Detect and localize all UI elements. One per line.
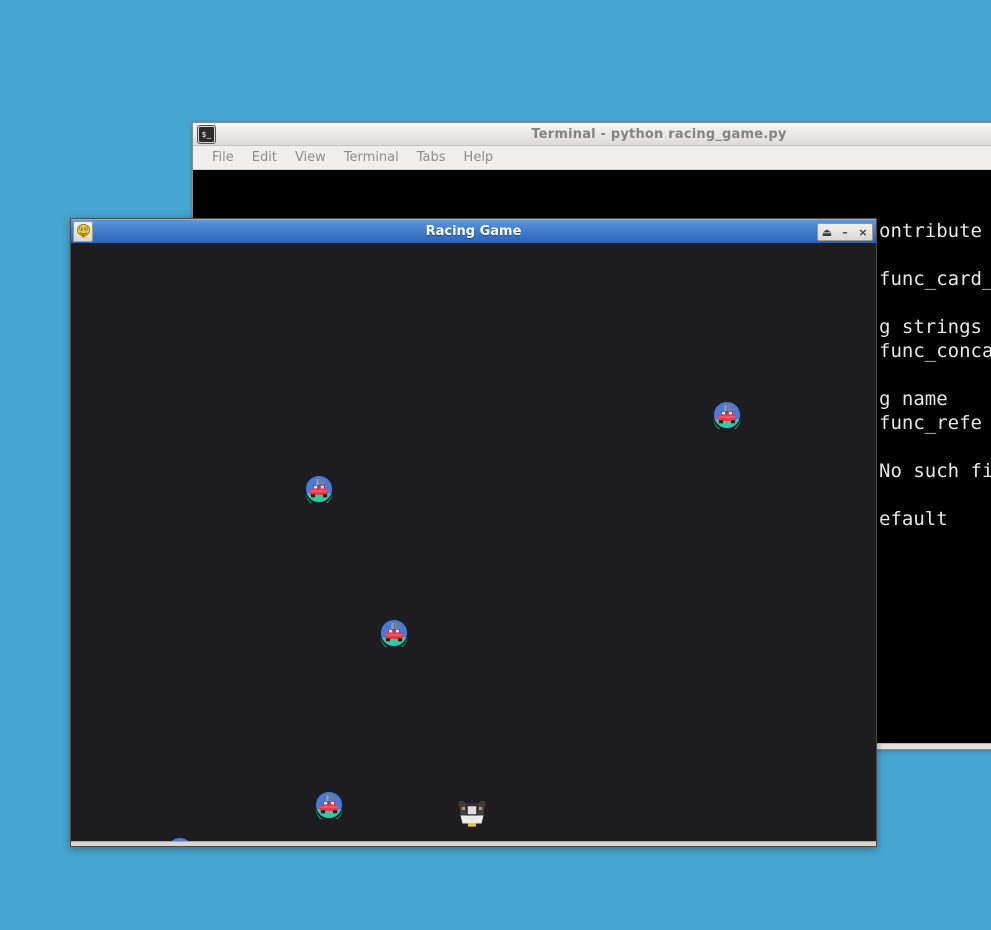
terminal-output-fragment: func_card_ (879, 267, 991, 291)
minimize-button[interactable]: – (836, 224, 854, 240)
enemy-car-sprite (305, 475, 333, 503)
desktop: { "desktop": { "background_color": "#47a… (0, 0, 991, 930)
racing-game-window[interactable]: Racing Game ⏏–× (70, 218, 877, 847)
game-canvas[interactable] (71, 243, 876, 841)
terminal-output-fragment: func_refe (879, 411, 982, 435)
enemy-car-sprite (166, 837, 194, 841)
terminal-output-fragment: g name (879, 387, 948, 411)
terminal-menubar: FileEditViewTerminalTabsHelp (193, 146, 991, 170)
menu-item-help[interactable]: Help (455, 150, 503, 165)
game-window-bottom-frame (71, 841, 876, 846)
terminal-title: Terminal - python racing_game.py (193, 127, 991, 142)
menu-item-edit[interactable]: Edit (243, 150, 286, 165)
game-window-buttons: ⏏–× (817, 223, 873, 241)
close-button[interactable]: × (854, 224, 872, 240)
terminal-output-fragment: efault (879, 507, 948, 531)
enemy-car-sprite (713, 401, 741, 429)
shade-button[interactable]: ⏏ (818, 224, 836, 240)
terminal-icon: $_ (198, 126, 215, 143)
window-menu-button[interactable] (73, 221, 93, 242)
player-car-sprite (457, 799, 487, 827)
menu-item-tabs[interactable]: Tabs (408, 150, 455, 165)
pygame-snake-icon (76, 224, 91, 240)
menu-item-file[interactable]: File (203, 150, 243, 165)
terminal-output-fragment: g strings (879, 315, 982, 339)
game-window-title: Racing Game (71, 224, 876, 239)
game-titlebar[interactable]: Racing Game ⏏–× (71, 219, 876, 243)
terminal-output-fragment: ontribute (879, 219, 982, 243)
enemy-car-sprite (315, 791, 343, 819)
enemy-car-sprite (380, 619, 408, 647)
menu-item-terminal[interactable]: Terminal (335, 150, 408, 165)
menu-item-view[interactable]: View (286, 150, 335, 165)
terminal-output-fragment: No such fi (879, 459, 991, 483)
terminal-output-fragment: func_conca (879, 339, 991, 363)
terminal-titlebar[interactable]: $_ Terminal - python racing_game.py (193, 123, 991, 146)
